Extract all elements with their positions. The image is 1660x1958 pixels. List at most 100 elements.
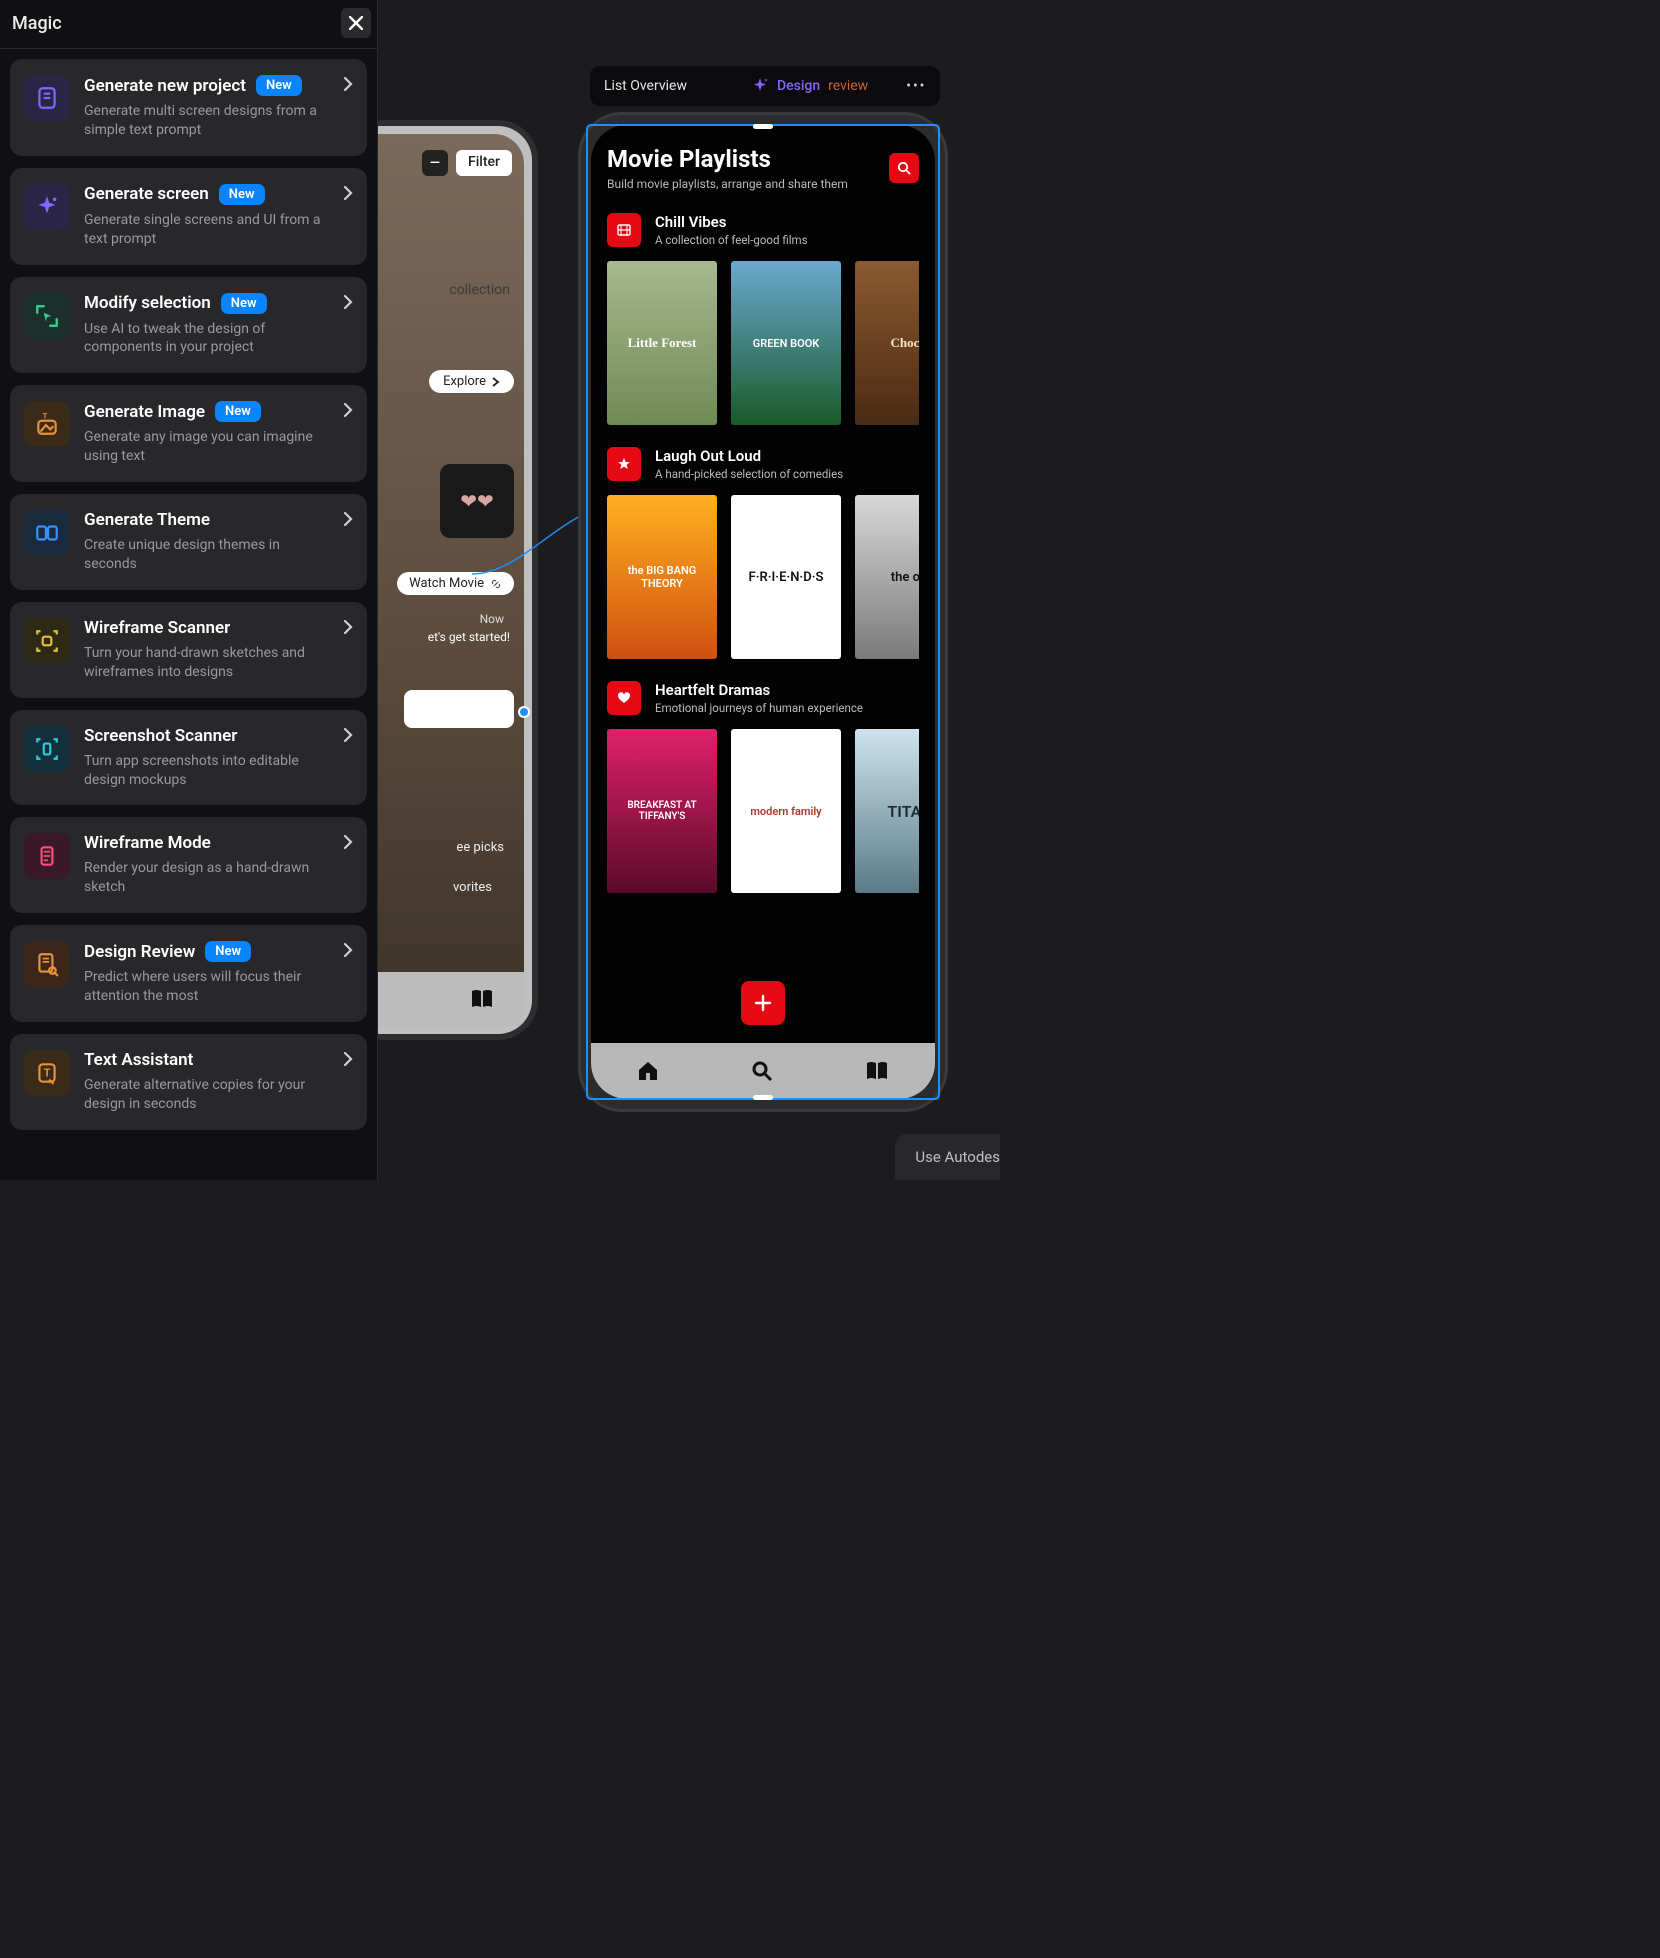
magic-item-desc: Create unique design themes in seconds — [84, 536, 329, 574]
magic-item-text-assistant[interactable]: T Text Assistant Generate alternative co… — [10, 1034, 367, 1130]
movie-poster[interactable]: F·R·I·E·N·D·S — [731, 495, 841, 659]
playlist-heartfelt-dramas[interactable]: Heartfelt Dramas Emotional journeys of h… — [607, 681, 919, 893]
movie-poster[interactable]: TITAN — [855, 729, 919, 893]
playlist-desc: A collection of feel-good films — [655, 233, 808, 247]
phone-mockup-partial[interactable]: – Filter collection Explore ❤︎❤︎ Watch M… — [358, 120, 538, 1040]
watch-movie-button[interactable]: Watch Movie — [397, 572, 514, 595]
chevron-right-icon — [343, 295, 353, 309]
magic-panel: Magic Generate new project New Generate … — [0, 0, 378, 1180]
magic-item-desc: Generate any image you can imagine using… — [84, 428, 329, 466]
movie-poster[interactable]: Chocol — [855, 261, 919, 425]
autodesigner-button[interactable]: Use Autodes — [895, 1134, 1000, 1180]
autodesigner-label: Use Autodes — [915, 1148, 1000, 1166]
svg-text:T: T — [43, 412, 48, 421]
poster-strip[interactable]: Little Forest GREEN BOOK Chocol — [607, 261, 919, 425]
magic-item-desc: Generate single screens and UI from a te… — [84, 211, 329, 249]
magic-item-generate-image[interactable]: T Generate Image New Generate any image … — [10, 385, 367, 482]
minus-button[interactable]: – — [422, 150, 448, 176]
chevron-right-icon — [343, 403, 353, 417]
poster-strip[interactable]: the BIG BANG THEORY F·R·I·E·N·D·S the of… — [607, 495, 919, 659]
chevron-right-icon — [492, 377, 500, 387]
nav-search[interactable] — [751, 1060, 773, 1082]
magic-item-desc: Predict where users will focus their att… — [84, 968, 329, 1006]
chevron-right-icon — [343, 943, 353, 957]
generate-image-icon: T — [24, 401, 70, 447]
magic-item-desc: Generate multi screen designs from a sim… — [84, 102, 329, 140]
explore-button[interactable]: Explore — [429, 370, 514, 393]
chevron-right-icon — [343, 620, 353, 634]
magic-item-generate-theme[interactable]: Generate Theme Create unique design them… — [10, 494, 367, 590]
movie-poster[interactable]: the off — [855, 495, 919, 659]
playlist-title: Chill Vibes — [655, 213, 808, 231]
design-review-button[interactable]: Design review — [751, 77, 868, 95]
playlist-laugh-out-loud[interactable]: Laugh Out Loud A hand-picked selection o… — [607, 447, 919, 659]
generate-screen-icon — [24, 184, 70, 230]
poster-strip[interactable]: BREAKFAST AT TIFFANY'S modern family TIT… — [607, 729, 919, 893]
screen-title: Movie Playlists — [607, 145, 848, 173]
now-label: Now — [480, 612, 504, 626]
nav-library[interactable] — [865, 1061, 889, 1081]
magic-item-desc: Use AI to tweak the design of components… — [84, 320, 329, 358]
design-review-sub: review — [828, 78, 868, 94]
screen-header: Movie Playlists Build movie playlists, a… — [607, 145, 919, 191]
watch-movie-label: Watch Movie — [409, 576, 484, 591]
text-input[interactable] — [404, 690, 514, 728]
magic-item-title: Generate screen — [84, 184, 209, 204]
magic-item-generate-project[interactable]: Generate new project New Generate multi … — [10, 59, 367, 156]
add-playlist-button[interactable] — [741, 981, 785, 1025]
magic-panel-title: Magic — [12, 13, 62, 34]
screen-subtitle: Build movie playlists, arrange and share… — [607, 177, 848, 191]
more-menu-button[interactable]: ••• — [906, 78, 926, 94]
magic-item-title: Wireframe Mode — [84, 833, 211, 853]
magic-item-design-review[interactable]: Design Review New Predict where users wi… — [10, 925, 367, 1022]
frame-title[interactable]: List Overview — [604, 78, 687, 94]
plus-icon — [754, 994, 772, 1012]
chevron-right-icon — [343, 77, 353, 91]
close-button[interactable] — [341, 8, 371, 38]
magic-item-title: Text Assistant — [84, 1050, 193, 1070]
magic-item-wireframe-mode[interactable]: Wireframe Mode Render your design as a h… — [10, 817, 367, 913]
design-canvas[interactable]: – Filter collection Explore ❤︎❤︎ Watch M… — [378, 0, 1000, 1180]
magic-item-title: Wireframe Scanner — [84, 618, 230, 638]
movie-poster[interactable]: BREAKFAST AT TIFFANY'S — [607, 729, 717, 893]
new-badge: New — [221, 293, 267, 314]
magic-item-screenshot-scanner[interactable]: Screenshot Scanner Turn app screenshots … — [10, 710, 367, 806]
phone-mockup-main[interactable]: Movie Playlists Build movie playlists, a… — [578, 112, 948, 1112]
home-icon — [637, 1061, 659, 1081]
search-button[interactable] — [889, 153, 919, 183]
generate-project-icon — [24, 75, 70, 121]
partial-bottom-nav — [358, 972, 524, 1026]
film-icon — [616, 222, 632, 238]
link-icon — [490, 578, 502, 590]
movie-poster[interactable]: modern family — [731, 729, 841, 893]
book-icon[interactable] — [470, 989, 494, 1009]
favorites-label: vorites — [453, 880, 492, 895]
chevron-right-icon — [343, 728, 353, 742]
playlist-desc: Emotional journeys of human experience — [655, 701, 863, 715]
magic-panel-header: Magic — [0, 0, 377, 49]
playlist-chill-vibes[interactable]: Chill Vibes A collection of feel-good fi… — [607, 213, 919, 425]
movie-poster[interactable]: the BIG BANG THEORY — [607, 495, 717, 659]
magic-item-desc: Generate alternative copies for your des… — [84, 1076, 329, 1114]
close-icon — [349, 16, 363, 30]
modify-selection-icon — [24, 293, 70, 339]
movie-poster[interactable]: Little Forest — [607, 261, 717, 425]
magic-item-modify-selection[interactable]: Modify selection New Use AI to tweak the… — [10, 277, 367, 374]
magic-item-wireframe-scanner[interactable]: Wireframe Scanner Turn your hand-drawn s… — [10, 602, 367, 698]
frame-context-bar: List Overview Design review ••• — [590, 66, 940, 106]
partial-phone-screen: – Filter collection Explore ❤︎❤︎ Watch M… — [358, 134, 524, 1026]
nav-home[interactable] — [637, 1061, 659, 1081]
magic-item-title: Screenshot Scanner — [84, 726, 237, 746]
magic-item-desc: Turn your hand-drawn sketches and wirefr… — [84, 644, 329, 682]
magic-item-generate-screen[interactable]: Generate screen New Generate single scre… — [10, 168, 367, 265]
new-badge: New — [256, 75, 302, 96]
selection-handle[interactable] — [518, 706, 530, 718]
playlist-badge — [607, 447, 641, 481]
hearts-tile[interactable]: ❤︎❤︎ — [440, 464, 514, 538]
filter-button[interactable]: Filter — [456, 150, 512, 176]
phone-screen: Movie Playlists Build movie playlists, a… — [591, 125, 935, 1099]
svg-text:T: T — [44, 1066, 51, 1079]
movie-poster[interactable]: GREEN BOOK — [731, 261, 841, 425]
magic-item-desc: Render your design as a hand-drawn sketc… — [84, 859, 329, 897]
magic-item-title: Generate Image — [84, 402, 205, 422]
